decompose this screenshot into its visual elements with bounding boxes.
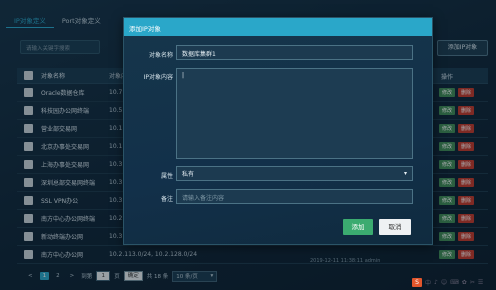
ime-chinese-icon[interactable]: 中	[425, 278, 431, 287]
remark-label: 备注	[160, 196, 173, 203]
ime-emoji-icon[interactable]: ☺	[441, 279, 447, 286]
system-tray: S 中 ♪ ☺ ⌨ ✿ ✂ ☰	[412, 278, 483, 287]
attribute-label: 属性	[160, 173, 173, 180]
object-name-label: 对象名称	[148, 52, 173, 59]
ime-menu-icon[interactable]: ☰	[478, 279, 483, 286]
ip-content-label: IP对象内容	[143, 74, 173, 81]
ip-content-textarea[interactable]: |	[176, 68, 413, 159]
add-confirm-button[interactable]: 添加	[343, 219, 373, 235]
add-ip-object-dialog: 添加IP对象 对象名称 数据库集群1 IP对象内容 | 属性 私有 ▾ 备注 请…	[123, 17, 433, 245]
object-name-input[interactable]: 数据库集群1	[176, 45, 413, 60]
remark-input[interactable]: 请输入备注内容	[176, 189, 413, 204]
attribute-select[interactable]: 私有 ▾	[176, 166, 413, 181]
attribute-value: 私有	[182, 171, 195, 178]
cancel-button[interactable]: 取消	[379, 219, 411, 235]
ime-tool-icon[interactable]: ✂	[470, 279, 475, 286]
ime-skin-icon[interactable]: ✿	[462, 279, 467, 286]
app-window: IP对象定义 Port对象定义 请输入关键字搜索 添加IP对象 对象名称 对象内…	[0, 0, 496, 290]
ime-logo-icon[interactable]: S	[412, 278, 422, 287]
ime-voice-icon[interactable]: ♪	[434, 279, 438, 286]
dialog-title: 添加IP对象	[124, 18, 432, 36]
chevron-down-icon: ▾	[403, 170, 407, 177]
ime-keyboard-icon[interactable]: ⌨	[450, 279, 459, 286]
